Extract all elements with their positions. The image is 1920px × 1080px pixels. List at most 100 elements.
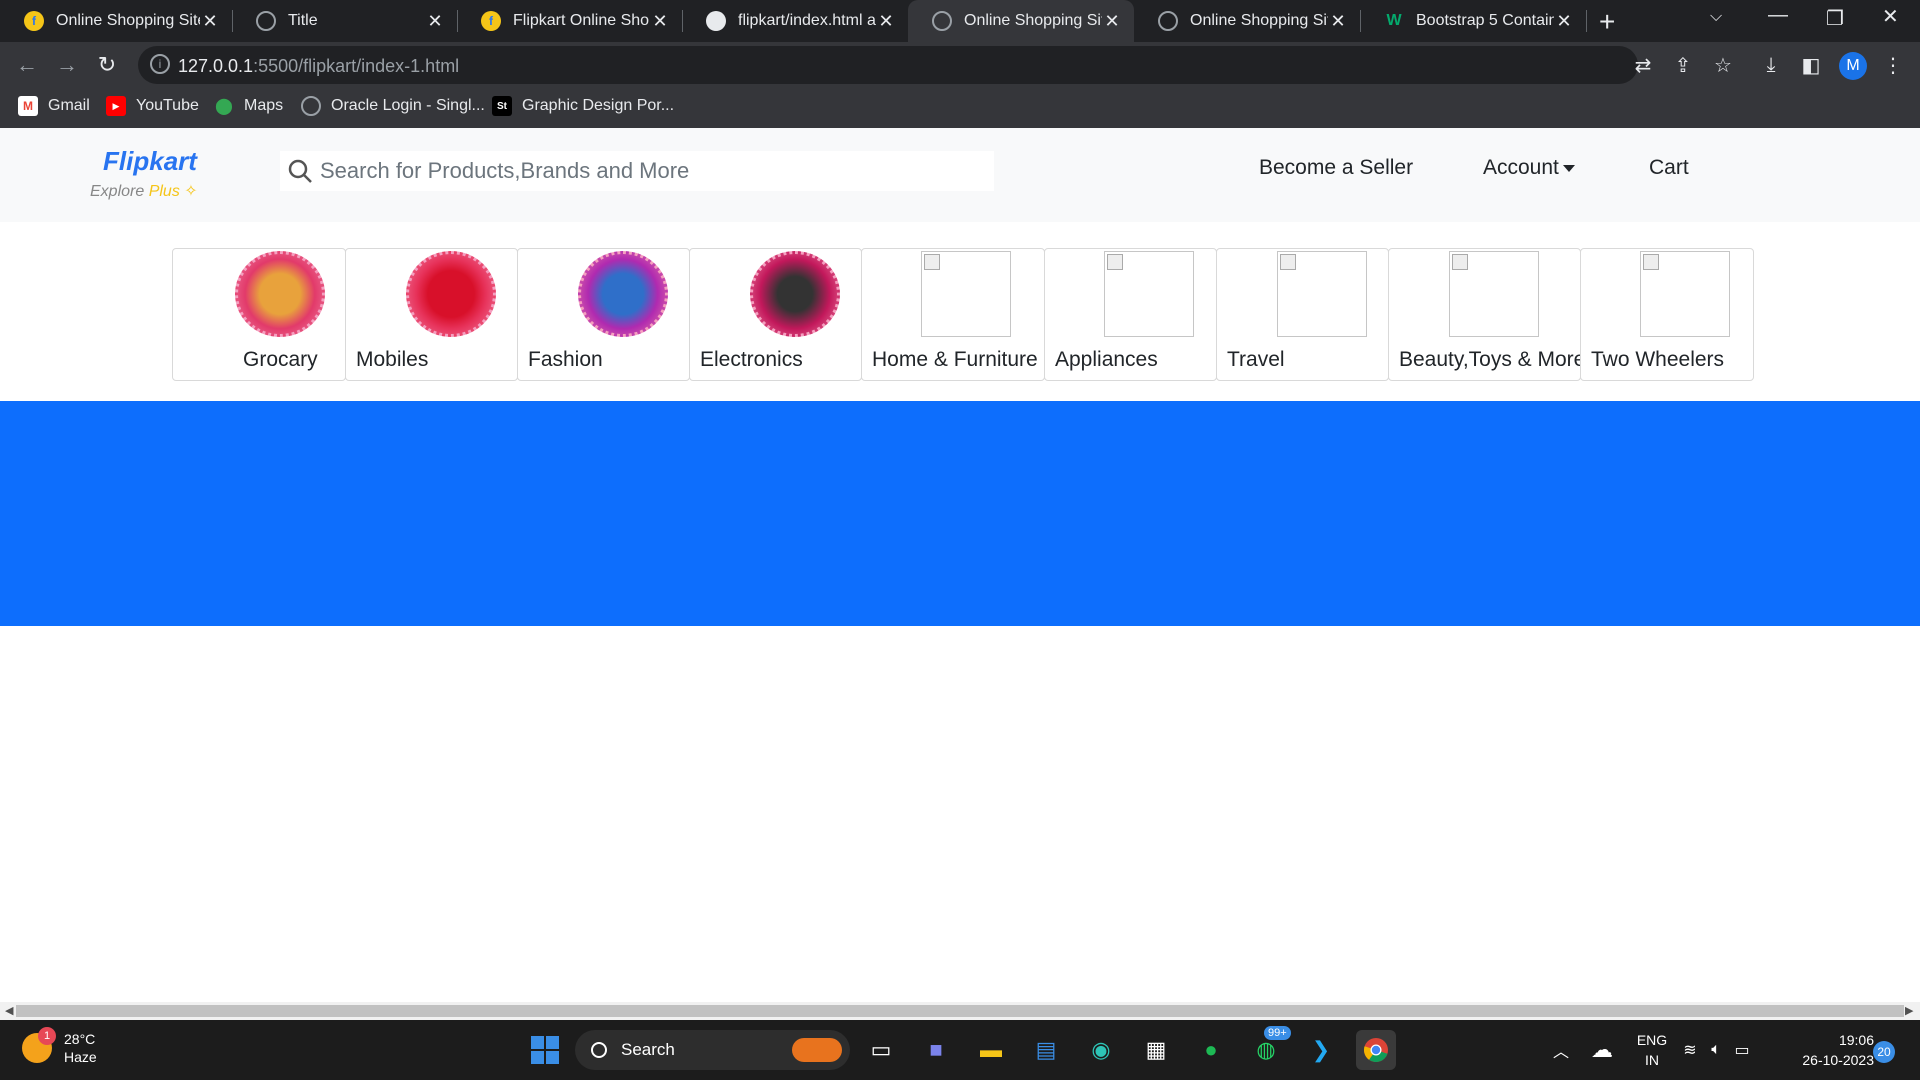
language-indicator[interactable]: ENG IN bbox=[1632, 1030, 1672, 1070]
minimize-icon[interactable]: — bbox=[1768, 4, 1788, 27]
notification-count-badge[interactable]: 20 bbox=[1873, 1041, 1895, 1063]
account-dropdown[interactable]: Account bbox=[1483, 156, 1575, 180]
bookmark-gmail[interactable]: M Gmail bbox=[18, 96, 90, 116]
browser-tab[interactable]: f Flipkart Online Shopp ✕ bbox=[457, 0, 682, 42]
close-tab-icon[interactable]: ✕ bbox=[200, 11, 220, 32]
tab-title: Flipkart Online Shopp bbox=[513, 12, 650, 29]
browser-tab[interactable]: W Bootstrap 5 Containe ✕ bbox=[1360, 0, 1586, 42]
new-tab-plus-icon[interactable]: + bbox=[1599, 6, 1615, 38]
globe-icon bbox=[256, 11, 276, 31]
category-label: Beauty,Toys & More bbox=[1399, 348, 1586, 371]
scroll-right-arrow-icon[interactable]: ▶ bbox=[1905, 1004, 1913, 1017]
show-hidden-icons-chevron[interactable]: ︿ bbox=[1541, 1030, 1581, 1070]
search-icon[interactable] bbox=[280, 151, 320, 191]
side-panel-icon[interactable]: ◧ bbox=[1798, 52, 1824, 78]
category-card-grocery[interactable]: Grocary bbox=[172, 248, 346, 381]
category-card-fashion[interactable]: Fashion bbox=[517, 248, 690, 381]
weather-widget[interactable]: 1 28°C Haze bbox=[22, 1027, 97, 1066]
category-card-electronics[interactable]: Electronics bbox=[689, 248, 862, 381]
github-icon bbox=[706, 11, 726, 31]
broken-image-icon bbox=[1104, 251, 1194, 337]
weather-badge: 1 bbox=[38, 1027, 56, 1045]
edge-icon[interactable]: ◉ bbox=[1081, 1030, 1121, 1070]
scrollbar-thumb[interactable] bbox=[16, 1005, 1904, 1017]
vscode-icon[interactable]: ❯ bbox=[1301, 1030, 1341, 1070]
whatsapp-icon[interactable]: ◍ 99+ bbox=[1246, 1026, 1291, 1070]
back-arrow-icon[interactable]: ← bbox=[12, 50, 42, 80]
category-card-beauty-toys[interactable]: Beauty,Toys & More bbox=[1388, 248, 1585, 381]
clock[interactable]: 19:06 26-10-2023 bbox=[1782, 1030, 1874, 1070]
flipkart-favicon-icon: f bbox=[481, 11, 501, 31]
bookmark-graphic-design[interactable]: St Graphic Design Por... bbox=[492, 96, 674, 116]
become-seller-link[interactable]: Become a Seller bbox=[1259, 156, 1413, 180]
plus-star-icon: ✧ bbox=[184, 183, 198, 200]
taskbar-search[interactable]: Search bbox=[575, 1030, 850, 1070]
bookmark-maps[interactable]: ⬤ Maps bbox=[214, 96, 283, 116]
weather-text: 28°C Haze bbox=[64, 1030, 97, 1066]
battery-icon[interactable]: ▭ bbox=[1730, 1030, 1754, 1070]
file-explorer-icon[interactable]: ▬ bbox=[971, 1030, 1011, 1070]
search-input[interactable] bbox=[320, 158, 980, 184]
close-tab-icon[interactable]: ✕ bbox=[425, 11, 445, 32]
onedrive-cloud-icon[interactable]: ☁ bbox=[1582, 1030, 1622, 1070]
browser-tab-bar: f Online Shopping Site ✕ Title ✕ f Flipk… bbox=[0, 0, 1920, 42]
browser-tab[interactable]: Title ✕ bbox=[232, 0, 457, 42]
menu-kebab-icon[interactable]: ⋮ bbox=[1880, 52, 1906, 78]
notepad-icon[interactable]: ▤ bbox=[1026, 1030, 1066, 1070]
fashion-image bbox=[578, 251, 668, 337]
cart-link[interactable]: Cart bbox=[1649, 156, 1689, 180]
close-tab-icon[interactable]: ✕ bbox=[1554, 11, 1574, 32]
url-text[interactable]: 127.0.0.1:5500/flipkart/index-1.html bbox=[178, 56, 459, 77]
share-icon[interactable]: ⇪ bbox=[1670, 52, 1696, 78]
forward-arrow-icon[interactable]: → bbox=[52, 50, 82, 80]
microsoft-store-icon[interactable]: ▦ bbox=[1136, 1030, 1176, 1070]
language-top: ENG bbox=[1636, 1032, 1668, 1048]
profile-avatar[interactable]: M bbox=[1839, 52, 1867, 80]
youtube-icon: ▶ bbox=[106, 96, 126, 116]
address-bar[interactable]: i 127.0.0.1:5500/flipkart/index-1.html bbox=[138, 46, 1638, 84]
category-card-two-wheelers[interactable]: Two Wheelers bbox=[1580, 248, 1754, 381]
restore-icon[interactable]: ❐ bbox=[1826, 6, 1844, 31]
category-card-appliances[interactable]: Appliances bbox=[1044, 248, 1217, 381]
close-tab-icon[interactable]: ✕ bbox=[876, 11, 896, 32]
volume-icon[interactable]: 🔈︎ bbox=[1704, 1030, 1728, 1070]
start-button[interactable] bbox=[525, 1030, 565, 1070]
site-info-icon[interactable]: i bbox=[150, 54, 170, 74]
task-view-icon[interactable]: ▭ bbox=[861, 1030, 901, 1070]
category-card-travel[interactable]: Travel bbox=[1216, 248, 1389, 381]
bookmark-star-icon[interactable]: ☆ bbox=[1710, 52, 1736, 78]
hero-banner bbox=[0, 401, 1920, 626]
horizontal-scrollbar[interactable]: ◀ ▶ bbox=[0, 1002, 1920, 1020]
flipkart-logo[interactable]: Flipkart Explore Plus ✧ bbox=[90, 146, 210, 201]
category-card-home-furniture[interactable]: Home & Furniture bbox=[861, 248, 1045, 381]
broken-image-icon bbox=[1640, 251, 1730, 337]
browser-tab[interactable]: flipkart/index.html at ✕ bbox=[682, 0, 908, 42]
close-window-icon[interactable]: ✕ bbox=[1882, 4, 1899, 29]
wifi-icon[interactable]: ≋ bbox=[1678, 1030, 1702, 1070]
translate-icon[interactable]: ⇄ bbox=[1630, 52, 1656, 78]
close-tab-icon[interactable]: ✕ bbox=[1328, 11, 1348, 32]
download-icon[interactable]: ⤓ bbox=[1758, 52, 1784, 78]
spotify-icon[interactable]: ● bbox=[1191, 1030, 1231, 1070]
close-tab-icon[interactable]: ✕ bbox=[1102, 11, 1122, 32]
bookmark-youtube[interactable]: ▶ YouTube bbox=[106, 96, 199, 116]
category-label: Appliances bbox=[1055, 348, 1158, 371]
logo-subtitle: Explore Plus ✧ bbox=[90, 181, 210, 201]
globe-icon bbox=[301, 96, 321, 116]
url-host: 127.0.0.1 bbox=[178, 56, 254, 76]
bookmark-oracle[interactable]: Oracle Login - Singl... bbox=[301, 96, 485, 116]
electronics-image bbox=[750, 251, 840, 337]
tab-title: Bootstrap 5 Containe bbox=[1416, 12, 1554, 29]
scroll-left-arrow-icon[interactable]: ◀ bbox=[5, 1004, 13, 1017]
chrome-icon[interactable] bbox=[1356, 1030, 1396, 1070]
category-strip: Grocary Mobiles Fashion Electronics Home… bbox=[172, 248, 1754, 381]
browser-tab[interactable]: f Online Shopping Site ✕ bbox=[0, 0, 232, 42]
teams-chat-icon[interactable]: ■ bbox=[916, 1030, 956, 1070]
category-card-mobiles[interactable]: Mobiles bbox=[345, 248, 518, 381]
browser-tab-active[interactable]: Online Shopping Site ✕ bbox=[908, 0, 1134, 42]
bookmark-label: Maps bbox=[244, 97, 284, 114]
close-tab-icon[interactable]: ✕ bbox=[650, 11, 670, 32]
browser-tab[interactable]: Online Shopping Site ✕ bbox=[1134, 0, 1360, 42]
reload-icon[interactable]: ↻ bbox=[92, 50, 122, 80]
tab-search-chevron-icon[interactable]: ⌵ bbox=[1710, 8, 1722, 26]
